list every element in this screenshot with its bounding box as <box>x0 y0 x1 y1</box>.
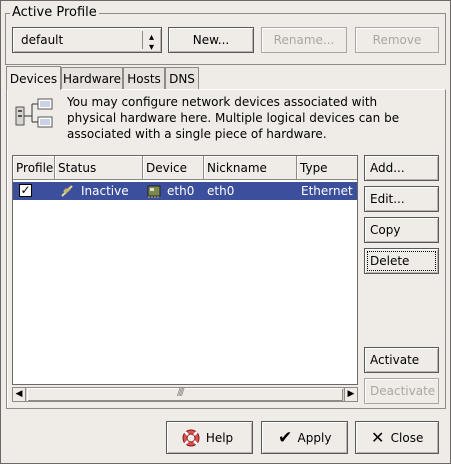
edit-button[interactable]: Edit... <box>364 186 439 212</box>
apply-button[interactable]: ✔ Apply <box>261 421 348 454</box>
table-row[interactable]: ✓ Inactive eth0 eth0 Ethernet <box>13 182 357 200</box>
tab-hosts[interactable]: Hosts <box>123 67 165 89</box>
grip-icon: //// <box>177 387 185 398</box>
row-nickname: eth0 <box>207 184 235 198</box>
close-icon: ✕ <box>371 428 385 447</box>
network-card-icon <box>147 184 161 198</box>
column-header-device[interactable]: Device <box>143 156 204 180</box>
add-button[interactable]: Add... <box>364 155 439 181</box>
horizontal-scrollbar[interactable]: ◀ //// ▶ <box>12 387 358 402</box>
scroll-left-icon[interactable]: ◀ <box>13 388 26 401</box>
apply-label: Apply <box>297 430 332 445</box>
close-button[interactable]: ✕ Close <box>355 421 439 454</box>
row-type: Ethernet <box>301 184 353 198</box>
device-list[interactable]: Profile Status Device Nickname Type ✓ In… <box>12 155 358 385</box>
scrollbar-thumb[interactable]: //// <box>27 387 343 401</box>
copy-button[interactable]: Copy <box>364 217 439 243</box>
active-profile-legend: Active Profile <box>10 5 99 20</box>
row-status: Inactive <box>81 184 129 198</box>
row-device: eth0 <box>167 184 195 198</box>
help-icon <box>182 429 200 447</box>
profile-dropdown-value: default <box>21 33 64 47</box>
deactivate-button[interactable]: Deactivate <box>364 378 439 404</box>
profile-dropdown[interactable]: default ▴ ▾ <box>12 27 162 53</box>
remove-profile-button[interactable]: Remove <box>355 27 439 53</box>
chevron-down-icon: ▴ ▾ <box>149 32 155 53</box>
help-label: Help <box>205 430 234 445</box>
rename-profile-button[interactable]: Rename... <box>261 27 347 53</box>
dropdown-separator <box>142 31 143 49</box>
activate-button[interactable]: Activate <box>364 347 439 373</box>
delete-button[interactable]: Delete <box>364 248 439 274</box>
new-profile-button[interactable]: New... <box>168 27 254 53</box>
column-header-profile[interactable]: Profile <box>13 156 55 180</box>
column-header-nickname[interactable]: Nickname <box>204 156 297 180</box>
scroll-right-icon[interactable]: ▶ <box>344 388 357 401</box>
tab-dns[interactable]: DNS <box>165 67 199 89</box>
close-label: Close <box>390 430 424 445</box>
info-text: You may configure network devices associ… <box>67 95 400 141</box>
tab-hardware[interactable]: Hardware <box>61 67 123 89</box>
tab-devices[interactable]: Devices <box>6 66 61 90</box>
inactive-status-icon <box>59 183 75 199</box>
profile-checkbox[interactable]: ✓ <box>19 184 32 197</box>
checkmark-icon: ✔ <box>278 428 293 448</box>
network-devices-icon <box>14 97 54 131</box>
column-header-status[interactable]: Status <box>55 156 143 180</box>
help-button[interactable]: Help <box>166 421 253 454</box>
column-header-type[interactable]: Type <box>297 156 357 180</box>
